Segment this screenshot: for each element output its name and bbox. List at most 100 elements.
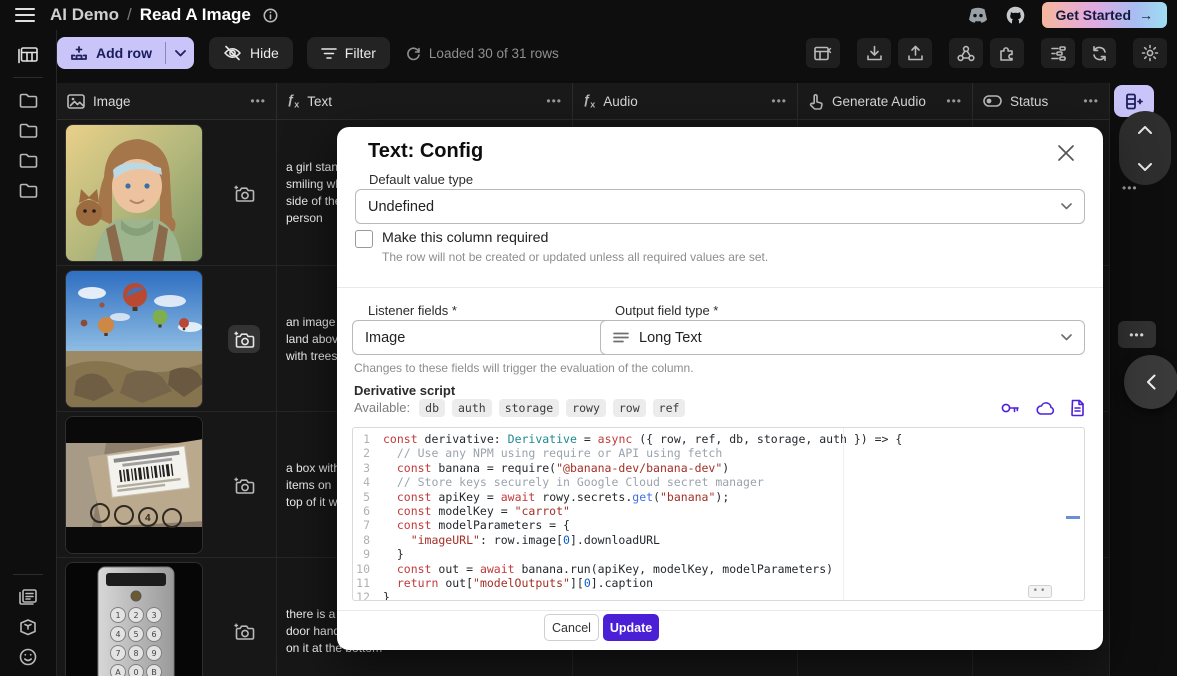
update-button[interactable]: Update [603, 614, 659, 641]
filter-icon [321, 47, 337, 60]
filter-button[interactable]: Filter [307, 37, 390, 69]
default-value-select[interactable]: Undefined [355, 189, 1085, 224]
upload-image-button[interactable] [228, 179, 260, 207]
export-button[interactable] [898, 38, 932, 68]
column-label: Status [1010, 94, 1048, 109]
left-sidebar [0, 30, 57, 676]
row-image-thumbnail-balloons[interactable] [65, 270, 203, 408]
column-header-generate-audio[interactable]: Generate Audio [798, 83, 973, 119]
sidebar-folder-2[interactable] [10, 115, 46, 145]
right-rail [1109, 83, 1177, 676]
output-field-type-select[interactable]: Long Text [600, 320, 1085, 355]
column-menu-text[interactable] [546, 94, 562, 108]
cancel-button[interactable]: Cancel [544, 614, 599, 641]
column-menu-audio[interactable] [771, 94, 787, 108]
breadcrumb-project[interactable]: AI Demo [50, 5, 119, 25]
code-line: 1const derivative: Derivative = async ({… [353, 432, 1084, 446]
sidebar-item-tables[interactable] [10, 40, 46, 70]
svg-text:0: 0 [133, 668, 138, 676]
column-header-status[interactable]: Status [973, 83, 1109, 119]
key-icon [1000, 401, 1020, 415]
github-link[interactable] [1005, 5, 1026, 26]
listener-fields-label: Listener fields * [368, 303, 457, 318]
sidebar-learn-button[interactable] [10, 612, 46, 642]
discord-link[interactable] [967, 7, 989, 24]
required-checkbox-label: Make this column required [382, 230, 548, 246]
svg-text:5: 5 [133, 630, 138, 639]
scroll-down-button[interactable] [1119, 148, 1171, 185]
required-checkbox[interactable] [355, 230, 373, 248]
logs-button[interactable] [1041, 38, 1075, 68]
svg-text:4: 4 [145, 513, 151, 524]
sync-button[interactable] [1082, 38, 1116, 68]
column-menu-generate-audio[interactable] [946, 94, 962, 108]
get-started-button[interactable]: Get Started → [1042, 2, 1167, 28]
line-number: 2 [353, 446, 383, 460]
extensions-button[interactable] [990, 38, 1024, 68]
svg-text:6: 6 [151, 630, 156, 639]
open-side-drawer-button[interactable] [1124, 355, 1177, 409]
line-number: 3 [353, 461, 383, 475]
loaded-rows-label: Loaded 30 of 31 rows [429, 46, 559, 61]
line-number: 7 [353, 518, 383, 532]
code-lines: 1const derivative: Derivative = async ({… [353, 428, 1084, 601]
scroll-up-button[interactable] [1119, 111, 1171, 148]
eye-off-icon [223, 45, 242, 61]
column-menu-image[interactable] [250, 94, 266, 108]
sidebar-changelog-button[interactable] [10, 582, 46, 612]
sidebar-folder-4[interactable] [10, 175, 46, 205]
camera-plus-icon [233, 475, 255, 495]
hide-columns-button[interactable]: Hide [209, 37, 293, 69]
sidebar-feedback-button[interactable] [10, 642, 46, 672]
sidebar-divider [13, 77, 43, 78]
column-header-text[interactable]: ƒx Text [277, 83, 573, 119]
webhooks-button[interactable] [949, 38, 983, 68]
row-menu-button[interactable] [1122, 181, 1138, 195]
secrets-key-button[interactable] [1000, 399, 1020, 417]
table-icon [814, 46, 832, 61]
code-line: 12} [353, 590, 1084, 601]
row-image-thumbnail-box[interactable]: 4 [65, 416, 203, 554]
row-menu-button-hover[interactable] [1118, 321, 1156, 348]
column-header-image[interactable]: Image [57, 83, 277, 119]
hide-label: Hide [250, 45, 279, 61]
add-row-icon [70, 45, 88, 61]
table-header-row: Image ƒx Text ƒx Audio Generate Audio St… [57, 83, 1109, 120]
table-info-button[interactable] [263, 8, 278, 23]
import-button[interactable] [857, 38, 891, 68]
add-row-button[interactable]: Add row [57, 37, 165, 69]
folder-icon [19, 123, 38, 138]
settings-button[interactable] [1133, 38, 1167, 68]
column-config-modal: Text: Config Default value type Undefine… [337, 127, 1103, 650]
table-settings-button[interactable] [806, 38, 840, 68]
upload-image-button[interactable] [228, 325, 260, 353]
folder-icon [19, 153, 38, 168]
modal-close-button[interactable] [1057, 141, 1081, 165]
code-editor[interactable]: 1const derivative: Derivative = async ({… [352, 427, 1085, 601]
sidebar-folder-1[interactable] [10, 85, 46, 115]
hamburger-menu-button[interactable] [6, 2, 44, 28]
toggle-icon [983, 95, 1002, 107]
column-menu-status[interactable] [1083, 94, 1099, 108]
row-image-thumbnail-keypad[interactable]: 123 456 789 A0B Digicode [65, 562, 203, 676]
line-number: 4 [353, 475, 383, 489]
column-header-audio[interactable]: ƒx Audio [573, 83, 798, 119]
add-column-icon [1125, 93, 1143, 110]
row-image-thumbnail-girl[interactable] [65, 124, 203, 262]
sync-icon [1091, 45, 1108, 62]
docs-file-button[interactable] [1070, 399, 1085, 417]
column-label: Generate Audio [832, 94, 926, 109]
editor-resize-grip[interactable] [1028, 585, 1052, 598]
svg-text:8: 8 [133, 649, 138, 658]
svg-text:2: 2 [133, 611, 138, 620]
upload-image-button[interactable] [228, 617, 260, 645]
upload-image-button[interactable] [228, 471, 260, 499]
cloud-logs-button[interactable] [1035, 399, 1055, 417]
modal-footer-divider [337, 610, 1103, 611]
camera-plus-icon [233, 183, 255, 203]
available-chips: dbauthstoragerowyrowref [419, 400, 692, 415]
camera-plus-icon [233, 621, 255, 641]
sidebar-folder-3[interactable] [10, 145, 46, 175]
add-row-dropdown-button[interactable] [166, 37, 194, 69]
available-chip: auth [452, 399, 492, 417]
